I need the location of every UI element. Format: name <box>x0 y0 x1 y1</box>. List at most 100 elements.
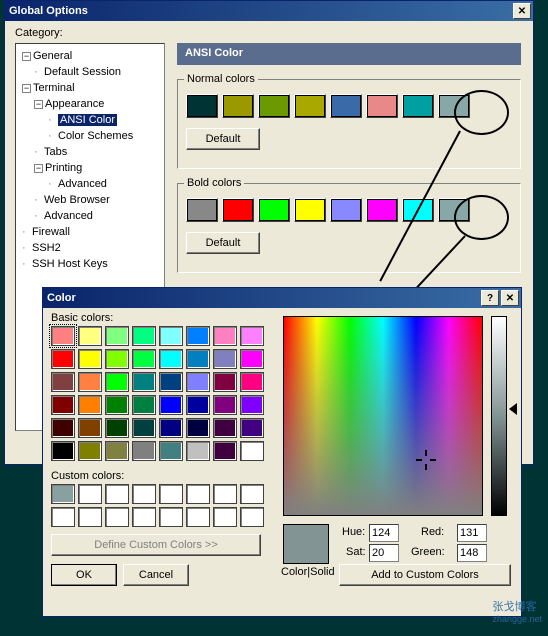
color-swatch[interactable] <box>51 349 75 369</box>
color-swatch[interactable] <box>240 395 264 415</box>
tree-item[interactable]: −Terminal <box>18 80 162 96</box>
color-swatch[interactable] <box>240 418 264 438</box>
tree-label[interactable]: General <box>33 50 72 62</box>
color-swatch[interactable] <box>132 326 156 346</box>
tree-label[interactable]: Printing <box>45 162 82 174</box>
color-swatch[interactable] <box>132 372 156 392</box>
tree-label[interactable]: ANSI Color <box>58 114 117 126</box>
color-swatch[interactable] <box>186 326 210 346</box>
color-gradient[interactable] <box>283 316 483 516</box>
color-swatch[interactable] <box>258 94 290 118</box>
sat-input[interactable] <box>369 544 399 562</box>
color-swatch[interactable] <box>78 349 102 369</box>
tree-item[interactable]: ·SSH Host Keys <box>18 256 162 272</box>
color-swatch[interactable] <box>240 349 264 369</box>
tree-item[interactable]: ·SSH2 <box>18 240 162 256</box>
color-swatch[interactable] <box>366 94 398 118</box>
color-swatch[interactable] <box>132 418 156 438</box>
tree-item[interactable]: −Printing <box>18 160 162 176</box>
color-swatch[interactable] <box>78 484 102 504</box>
color-swatch[interactable] <box>294 198 326 222</box>
color-swatch[interactable] <box>438 198 470 222</box>
color-swatch[interactable] <box>402 94 434 118</box>
tree-label[interactable]: SSH Host Keys <box>32 258 108 270</box>
tree-label[interactable]: Advanced <box>44 210 93 222</box>
tree-label[interactable]: Appearance <box>45 98 104 110</box>
color-swatch[interactable] <box>78 395 102 415</box>
tree-item[interactable]: ·Default Session <box>18 64 162 80</box>
color-swatch[interactable] <box>258 198 290 222</box>
close-icon[interactable]: ✕ <box>513 3 531 19</box>
color-swatch[interactable] <box>51 441 75 461</box>
color-swatch[interactable] <box>159 372 183 392</box>
tree-item[interactable]: ·Advanced <box>18 176 162 192</box>
help-button[interactable]: ? <box>481 290 499 306</box>
color-swatch[interactable] <box>186 395 210 415</box>
tree-label[interactable]: Firewall <box>32 226 70 238</box>
tree-label[interactable]: SSH2 <box>32 242 61 254</box>
tree-label[interactable]: Tabs <box>44 146 67 158</box>
color-swatch[interactable] <box>186 507 210 527</box>
tree-item[interactable]: ·Tabs <box>18 144 162 160</box>
color-swatch[interactable] <box>186 94 218 118</box>
define-custom-button[interactable]: Define Custom Colors >> <box>51 534 261 556</box>
color-swatch[interactable] <box>213 484 237 504</box>
color-swatch[interactable] <box>105 349 129 369</box>
color-swatch[interactable] <box>132 395 156 415</box>
tree-label[interactable]: Web Browser <box>44 194 110 206</box>
color-swatch[interactable] <box>159 441 183 461</box>
color-swatch[interactable] <box>213 326 237 346</box>
ok-button[interactable]: OK <box>51 564 117 586</box>
color-swatch[interactable] <box>78 441 102 461</box>
color-swatch[interactable] <box>330 198 362 222</box>
color-swatch[interactable] <box>186 372 210 392</box>
green-input[interactable] <box>457 544 487 562</box>
color-swatch[interactable] <box>213 349 237 369</box>
color-swatch[interactable] <box>213 507 237 527</box>
color-swatch[interactable] <box>132 484 156 504</box>
luminance-arrow-icon[interactable] <box>509 403 517 415</box>
color-titlebar[interactable]: Color ? ✕ <box>43 288 521 308</box>
tree-label[interactable]: Color Schemes <box>58 130 133 142</box>
tree-item[interactable]: −General <box>18 48 162 64</box>
color-swatch[interactable] <box>51 395 75 415</box>
color-swatch[interactable] <box>105 507 129 527</box>
color-swatch[interactable] <box>240 441 264 461</box>
color-swatch[interactable] <box>78 326 102 346</box>
color-swatch[interactable] <box>105 395 129 415</box>
titlebar[interactable]: Global Options ✕ <box>5 1 533 21</box>
tree-toggle-icon[interactable]: − <box>22 52 31 61</box>
color-swatch[interactable] <box>159 484 183 504</box>
color-swatch[interactable] <box>240 326 264 346</box>
color-swatch[interactable] <box>51 484 75 504</box>
color-swatch[interactable] <box>51 418 75 438</box>
color-swatch[interactable] <box>51 372 75 392</box>
hue-input[interactable] <box>369 524 399 542</box>
color-swatch[interactable] <box>213 441 237 461</box>
color-swatch[interactable] <box>240 484 264 504</box>
color-swatch[interactable] <box>186 349 210 369</box>
color-swatch[interactable] <box>159 326 183 346</box>
color-swatch[interactable] <box>132 349 156 369</box>
color-swatch[interactable] <box>402 198 434 222</box>
color-swatch[interactable] <box>132 507 156 527</box>
tree-toggle-icon[interactable]: − <box>34 100 43 109</box>
cancel-button[interactable]: Cancel <box>123 564 189 586</box>
color-swatch[interactable] <box>186 484 210 504</box>
color-swatch[interactable] <box>159 507 183 527</box>
color-swatch[interactable] <box>330 94 362 118</box>
color-swatch[interactable] <box>51 507 75 527</box>
color-swatch[interactable] <box>438 94 470 118</box>
color-swatch[interactable] <box>186 441 210 461</box>
tree-toggle-icon[interactable]: − <box>34 164 43 173</box>
tree-label[interactable]: Advanced <box>58 178 107 190</box>
tree-item[interactable]: ·Web Browser <box>18 192 162 208</box>
color-swatch[interactable] <box>186 418 210 438</box>
color-swatch[interactable] <box>240 372 264 392</box>
color-swatch[interactable] <box>186 198 218 222</box>
tree-item[interactable]: −Appearance <box>18 96 162 112</box>
luminance-bar[interactable] <box>491 316 507 516</box>
color-swatch[interactable] <box>213 418 237 438</box>
color-swatch[interactable] <box>222 94 254 118</box>
color-swatch[interactable] <box>105 326 129 346</box>
